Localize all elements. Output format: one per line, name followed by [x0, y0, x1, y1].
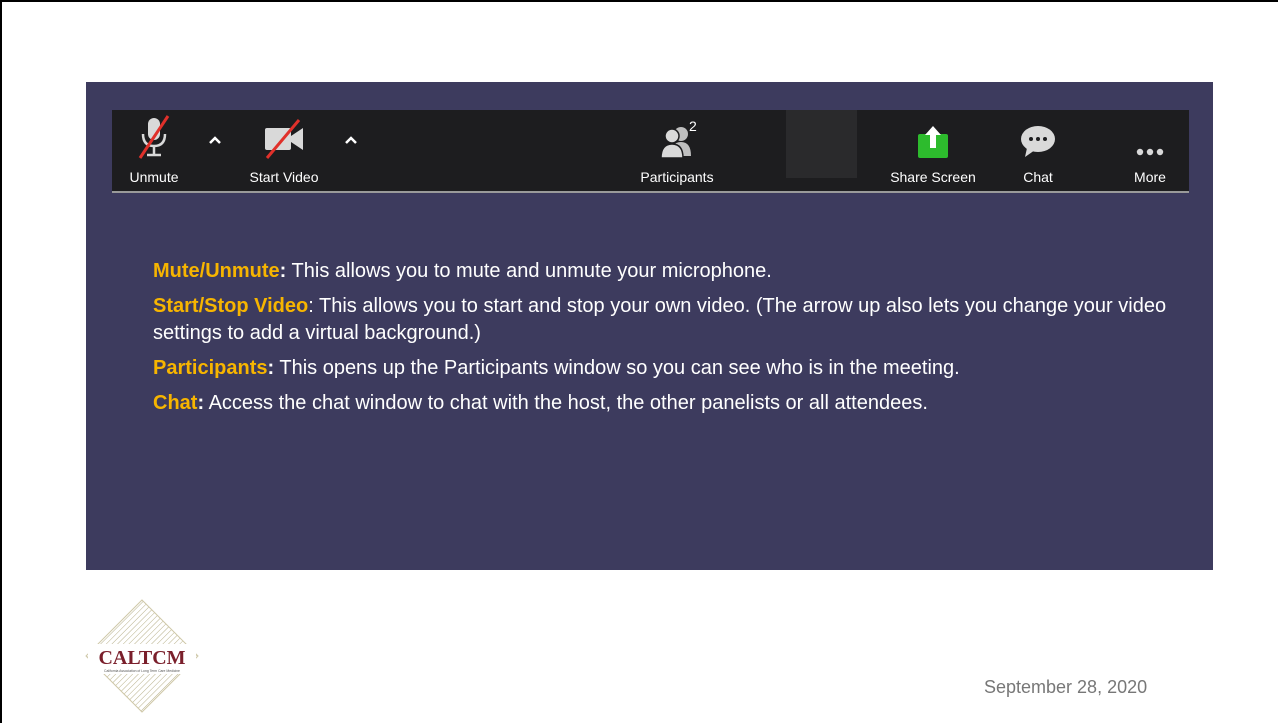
description-text: This allows you to mute and unmute your … — [286, 260, 772, 282]
unmute-button[interactable]: Unmute — [124, 110, 184, 191]
share-screen-button[interactable]: Share Screen — [878, 110, 988, 191]
chat-bubble-icon — [1019, 110, 1057, 160]
chat-button[interactable]: Chat — [1010, 110, 1066, 191]
participants-button[interactable]: 2 Participants — [627, 110, 727, 191]
start-video-button[interactable]: Start Video — [240, 110, 328, 191]
description-text: Access the chat window to chat with the … — [204, 392, 928, 414]
description-participants: Participants: This opens up the Particip… — [153, 355, 1173, 382]
description-start-stop-video: Start/Stop Video: This allows you to sta… — [153, 293, 1173, 347]
participants-label: Participants — [640, 169, 714, 185]
logo-text: CALTCM — [98, 647, 185, 669]
chat-label: Chat — [1023, 169, 1053, 185]
keyword-chat: Chat — [153, 392, 198, 414]
video-options-chevron-up-icon[interactable] — [340, 130, 362, 150]
more-button[interactable]: More — [1126, 110, 1174, 191]
keyword-participants: Participants — [153, 357, 268, 379]
description-mute-unmute: Mute/Unmute: This allows you to mute and… — [153, 258, 1173, 285]
caltcm-logo: CALTCM California Association of Long Te… — [84, 598, 200, 714]
more-label: More — [1134, 169, 1166, 185]
feature-descriptions: Mute/Unmute: This allows you to mute and… — [153, 258, 1173, 425]
participants-icon: 2 — [647, 110, 707, 160]
logo-subtext: California Association of Long Term Care… — [104, 669, 180, 673]
meeting-toolbar: Unmute Start Video 2 Participants Share … — [112, 110, 1189, 193]
muted-microphone-icon — [134, 110, 174, 160]
audio-options-chevron-up-icon[interactable] — [204, 130, 226, 150]
more-dots-icon — [1132, 110, 1168, 160]
share-screen-icon — [916, 110, 950, 160]
description-chat: Chat: Access the chat window to chat wit… — [153, 390, 1173, 417]
footer-date: September 28, 2020 — [984, 677, 1148, 697]
share-screen-label: Share Screen — [890, 169, 976, 185]
content-panel: Unmute Start Video 2 Participants Share … — [86, 82, 1213, 570]
blank-toolbar-tile — [786, 110, 857, 178]
start-video-label: Start Video — [249, 169, 319, 185]
keyword-mute-unmute: Mute/Unmute — [153, 260, 280, 282]
participants-count-badge: 2 — [689, 118, 697, 134]
description-text: This opens up the Participants window so… — [274, 357, 960, 379]
unmute-label: Unmute — [129, 169, 179, 185]
video-off-icon — [259, 110, 309, 160]
keyword-start-stop-video: Start/Stop Video — [153, 295, 309, 317]
